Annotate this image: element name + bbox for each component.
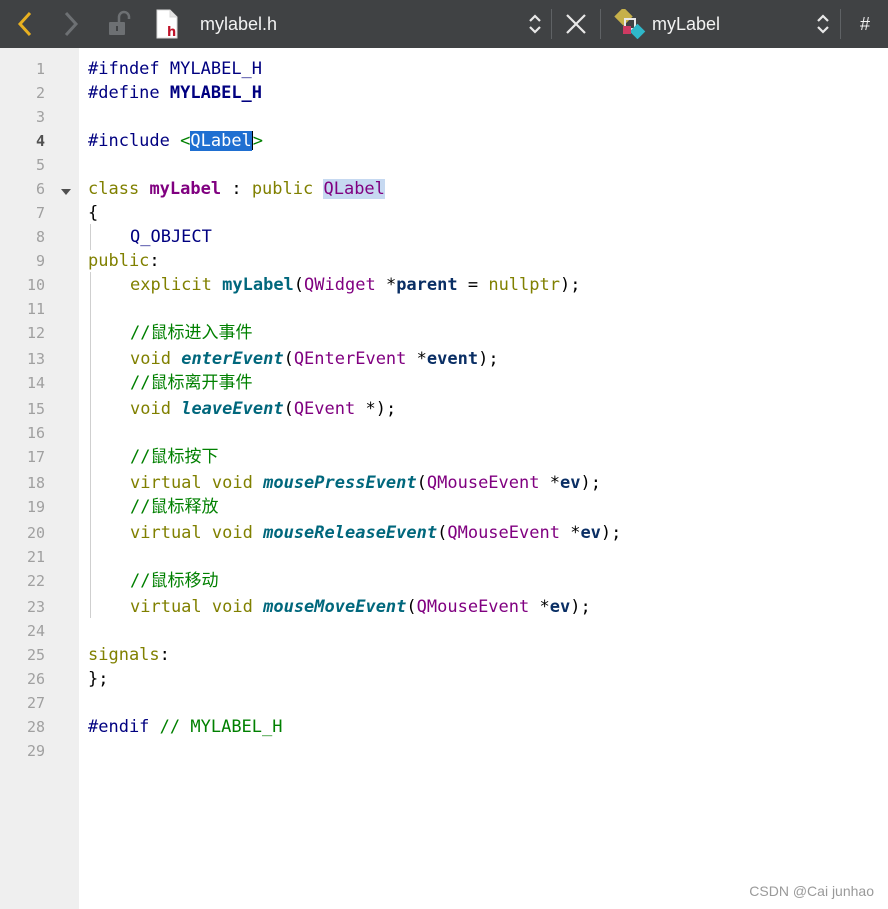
class-symbol-icon (612, 0, 648, 48)
line-number: 25 (26, 646, 45, 664)
line-number: 7 (35, 204, 45, 222)
line-number: 17 (26, 448, 45, 466)
line-number-button[interactable]: # (852, 0, 878, 48)
file-selector-dropdown[interactable] (526, 0, 544, 48)
symbol-selector-dropdown[interactable] (814, 0, 832, 48)
file-type-letter: h (167, 25, 176, 39)
toolbar-separator (551, 9, 552, 39)
line-number: 18 (26, 474, 45, 492)
line-number: 29 (26, 742, 45, 760)
code-line: #define MYLABEL_H (88, 83, 263, 103)
line-number: 28 (26, 718, 45, 736)
code-line: public: (88, 251, 160, 271)
line-number: 26 (26, 670, 45, 688)
line-number: 11 (26, 300, 45, 318)
line-number: 12 (26, 324, 45, 342)
code-line: { (88, 203, 99, 223)
code-line: Q_OBJECT (130, 227, 212, 247)
open-file-selector[interactable]: mylabel.h (200, 0, 310, 48)
header-file-icon: h (152, 0, 182, 48)
line-number: 1 (35, 60, 45, 78)
line-number: 27 (26, 694, 45, 712)
code-line: }; (88, 669, 109, 689)
selected-text: QLabel (190, 131, 252, 151)
line-number: 19 (26, 498, 45, 516)
line-number: 20 (26, 524, 45, 542)
close-document-button[interactable] (560, 0, 592, 48)
code-line: #ifndef MYLABEL_H (88, 59, 263, 79)
fold-arrow-icon (61, 189, 71, 195)
toolbar-separator (600, 9, 601, 39)
line-number: 8 (35, 228, 45, 246)
line-number: 6 (35, 180, 45, 198)
unlocked-icon (109, 10, 131, 35)
watermark: CSDN @Cai junhao (749, 883, 874, 899)
code-line: virtual void mouseReleaseEvent(QMouseEve… (130, 523, 622, 543)
code-line: //鼠标移动 (130, 571, 219, 591)
chevron-right-icon (64, 11, 79, 37)
line-number: 13 (26, 350, 45, 368)
line-number: 14 (26, 374, 45, 392)
code-line: //鼠标进入事件 (130, 323, 253, 343)
code-line: virtual void mousePressEvent(QMouseEvent… (130, 473, 601, 493)
line-number: 9 (35, 252, 45, 270)
code-line: //鼠标离开事件 (130, 373, 253, 393)
file-name-label: mylabel.h (200, 13, 278, 34)
code-line: class myLabel : public QLabel (88, 179, 385, 199)
symbol-selector[interactable]: myLabel (652, 0, 762, 48)
line-number: 4 (35, 132, 45, 150)
code-line: explicit myLabel(QWidget *parent = nullp… (130, 275, 581, 295)
up-down-arrows-icon (817, 14, 829, 34)
occurrence-highlight: QLabel (323, 179, 385, 199)
chevron-left-icon (17, 11, 32, 37)
code-line: #include <QLabel> (88, 131, 264, 151)
indent-guide (90, 224, 91, 250)
toolbar-separator (840, 9, 841, 39)
line-number: 10 (26, 276, 45, 294)
code-line: void leaveEvent(QEvent *); (130, 399, 397, 419)
code-line: signals: (88, 645, 170, 665)
go-back-button[interactable] (8, 0, 42, 48)
fold-toggle-button[interactable] (60, 182, 72, 201)
line-number: 24 (26, 622, 45, 640)
line-number: 16 (26, 424, 45, 442)
indent-guide (90, 272, 91, 618)
code-line: void enterEvent(QEnterEvent *event); (130, 349, 499, 369)
line-number: 22 (26, 572, 45, 590)
close-icon (566, 14, 586, 34)
line-number: 21 (26, 548, 45, 566)
line-number: 2 (35, 84, 45, 102)
line-number: 23 (26, 598, 45, 616)
hash-label: # (859, 13, 870, 34)
up-down-arrows-icon (529, 14, 541, 34)
go-forward-button[interactable] (54, 0, 88, 48)
code-line: //鼠标按下 (130, 447, 219, 467)
code-line: #endif // MYLABEL_H (88, 717, 283, 737)
line-number: 15 (26, 400, 45, 418)
line-number: 5 (35, 156, 45, 174)
code-line: virtual void mouseMoveEvent(QMouseEvent … (130, 597, 591, 617)
symbol-name-label: myLabel (652, 13, 721, 34)
file-lock-button[interactable] (104, 0, 134, 48)
editor-toolbar: h mylabel.h myLabel # (0, 0, 888, 48)
line-number: 3 (35, 108, 45, 126)
code-line: //鼠标释放 (130, 497, 219, 517)
